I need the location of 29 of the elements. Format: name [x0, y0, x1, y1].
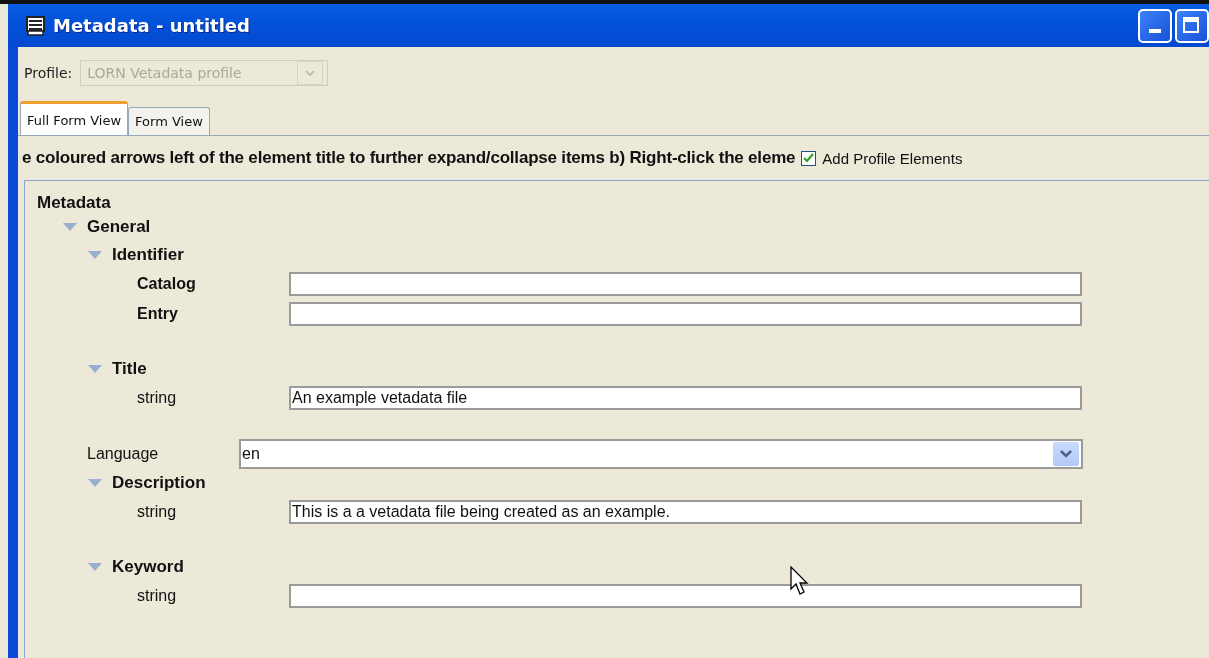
document-icon: [26, 15, 45, 36]
text-field[interactable]: This is a a vetadata file being created as an example.: [289, 500, 1082, 524]
element-title: Title: [112, 359, 147, 379]
field-label: string: [137, 389, 178, 407]
tab[interactable]: Form View: [128, 107, 210, 135]
element-title: Identifier: [112, 245, 184, 265]
checkbox-label: Add Profile Elements: [822, 149, 963, 167]
checkbox[interactable]: [801, 150, 817, 166]
field-label: string: [137, 503, 178, 521]
field-label: Catalog: [137, 275, 197, 293]
profile-label: Profile:: [24, 65, 73, 81]
maximize-button[interactable]: [1175, 8, 1209, 43]
field-label: Language: [87, 445, 160, 463]
minimize-button[interactable]: [1138, 8, 1172, 43]
text-field[interactable]: [289, 272, 1082, 296]
element-title: Description: [112, 473, 206, 493]
field-label: Entry: [137, 305, 179, 323]
language-dropdown[interactable]: en: [239, 439, 1083, 469]
mouse-pointer-icon: [790, 566, 810, 596]
tab[interactable]: Full Form View: [20, 101, 129, 135]
element-title: General: [87, 217, 151, 237]
element-title: Keyword: [112, 557, 184, 577]
instructions-text: e coloured arrows left of the element title to further expand/collapse items b) Right-click the eleme: [22, 148, 796, 168]
form-title: Metadata: [37, 193, 111, 213]
field-label: string: [137, 587, 178, 605]
text-field[interactable]: An example vetadata file: [289, 386, 1082, 410]
text-field[interactable]: [289, 302, 1082, 326]
text-field[interactable]: [289, 584, 1082, 608]
window-title: Metadata - untitled: [53, 15, 250, 36]
